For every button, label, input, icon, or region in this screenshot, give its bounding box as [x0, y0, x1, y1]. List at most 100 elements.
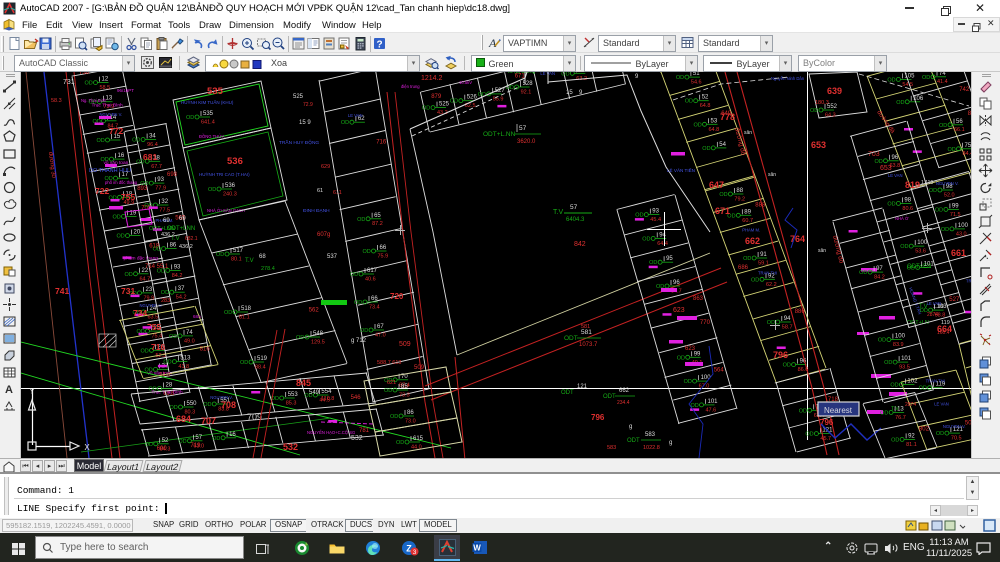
svg-text:72.9: 72.9	[303, 102, 313, 108]
svg-text:15 9: 15 9	[299, 120, 311, 126]
svg-text:581: 581	[581, 324, 590, 330]
svg-text:65: 65	[374, 213, 381, 219]
svg-text:796: 796	[591, 413, 605, 422]
svg-text:TRAN THI: TRAN THI	[926, 379, 945, 384]
svg-text:68.8: 68.8	[935, 313, 946, 319]
svg-text:OD: OD	[891, 437, 899, 443]
svg-text:85: 85	[401, 384, 408, 390]
svg-text:OD: OD	[360, 328, 368, 334]
svg-text:41.8: 41.8	[178, 364, 189, 370]
svg-text:X: X	[84, 443, 90, 452]
svg-text:OD: OD	[702, 146, 710, 152]
svg-text:A: A	[5, 384, 13, 396]
svg-text:770: 770	[700, 320, 711, 326]
svg-text:OD: OD	[178, 439, 186, 445]
svg-text:517: 517	[233, 248, 244, 254]
svg-text:530: 530	[578, 72, 589, 73]
svg-text:552: 552	[827, 104, 838, 110]
svg-text:731: 731	[121, 286, 135, 296]
svg-text:80.6: 80.6	[902, 206, 913, 212]
svg-text:742: 742	[959, 87, 970, 93]
svg-text:TRAN THI: TRAN THI	[758, 270, 777, 275]
svg-text:OD: OD	[216, 252, 224, 258]
svg-text:phạm đặc thang: phạm đặc thang	[124, 256, 159, 262]
svg-text:671: 671	[715, 206, 730, 216]
svg-text:OD: OD	[145, 442, 153, 448]
svg-text:549: 549	[309, 390, 320, 396]
svg-text:40.6: 40.6	[365, 277, 376, 283]
svg-text:71.5: 71.5	[950, 212, 961, 218]
svg-text:OD: OD	[212, 436, 220, 442]
svg-text:83.9: 83.9	[893, 342, 904, 348]
svg-text:617: 617	[367, 268, 378, 274]
svg-text:92: 92	[908, 433, 915, 439]
svg-text:550: 550	[187, 401, 198, 407]
svg-text:ODT: ODT	[561, 390, 574, 396]
svg-text:63.8: 63.8	[890, 163, 901, 169]
svg-text:OD: OD	[141, 348, 149, 354]
svg-text:87.2: 87.2	[372, 221, 383, 227]
svg-text:100: 100	[895, 334, 906, 340]
svg-text:845: 845	[296, 378, 311, 388]
svg-text:623: 623	[673, 307, 685, 314]
svg-text:278.4: 278.4	[261, 266, 275, 272]
svg-text:110.8: 110.8	[321, 396, 334, 402]
svg-text:OD: OD	[113, 214, 121, 220]
svg-text:W: W	[473, 544, 481, 553]
svg-text:Trạc Thai Bình: Trạc Thai Bình	[92, 103, 124, 109]
svg-text:67: 67	[377, 324, 384, 330]
svg-text:10.5kV: 10.5kV	[459, 80, 472, 85]
svg-text:564: 564	[714, 368, 725, 374]
svg-text:OD: OD	[350, 272, 358, 278]
svg-text:53: 53	[711, 118, 718, 124]
svg-text:57: 57	[195, 435, 202, 441]
svg-text:681: 681	[143, 152, 157, 162]
svg-text:731: 731	[63, 79, 75, 86]
svg-text:53.6: 53.6	[915, 249, 926, 255]
svg-text:OD: OD	[208, 187, 216, 193]
svg-text:OD: OD	[684, 379, 692, 385]
svg-text:741: 741	[55, 286, 69, 296]
svg-text:OD: OD	[649, 260, 657, 266]
svg-text:662: 662	[745, 236, 760, 246]
svg-text:1022.8: 1022.8	[643, 445, 660, 451]
svg-text:49.0: 49.0	[184, 338, 195, 344]
svg-text:1 116: 1 116	[921, 180, 933, 186]
svg-text:16: 16	[229, 432, 236, 438]
svg-text:NHÀ Ở+SÂN GẠCH: NHÀ Ở+SÂN GẠCH	[207, 208, 245, 213]
svg-text:2874: 2874	[905, 402, 916, 408]
svg-text:LÊ VĂN TIẾN: LÊ VĂN TIẾN	[667, 166, 695, 173]
svg-text:OD: OD	[896, 100, 904, 106]
svg-text:94: 94	[659, 232, 666, 238]
svg-text:98: 98	[904, 197, 911, 203]
svg-text:54: 54	[719, 142, 726, 148]
svg-text:623: 623	[685, 346, 696, 352]
svg-text:67.0: 67.0	[699, 384, 710, 390]
svg-text:43.0: 43.0	[956, 231, 967, 237]
svg-text:sân: sân	[744, 130, 752, 136]
svg-text:536: 536	[225, 183, 236, 189]
svg-text:điện trung: điện trung	[401, 84, 420, 89]
svg-text:T.V: T.V	[245, 258, 254, 264]
svg-text:OD: OD	[887, 201, 895, 207]
svg-text:OD: OD	[161, 290, 169, 296]
svg-text:796: 796	[773, 350, 788, 360]
svg-text:sân: sân	[768, 172, 776, 178]
svg-text:OD: OD	[783, 363, 791, 369]
svg-text:662: 662	[619, 388, 630, 394]
svg-text:66.1: 66.1	[954, 127, 965, 133]
svg-text:66: 66	[380, 245, 387, 251]
svg-text:607g: 607g	[317, 232, 330, 238]
svg-text:535: 535	[203, 111, 214, 117]
svg-text:764: 764	[790, 234, 805, 244]
svg-text:ODT+L.NN: ODT+L.NN	[483, 131, 516, 138]
svg-text:1073.7: 1073.7	[579, 342, 598, 348]
svg-text:OD: OD	[561, 72, 569, 77]
svg-text:OD: OD	[117, 234, 125, 240]
svg-text:57: 57	[570, 204, 578, 211]
svg-text:đường đá: đường đá	[875, 110, 895, 136]
svg-text:9: 9	[579, 90, 583, 96]
svg-text:716: 716	[151, 342, 165, 352]
svg-text:863: 863	[693, 296, 704, 302]
svg-text:647: 647	[709, 180, 724, 190]
